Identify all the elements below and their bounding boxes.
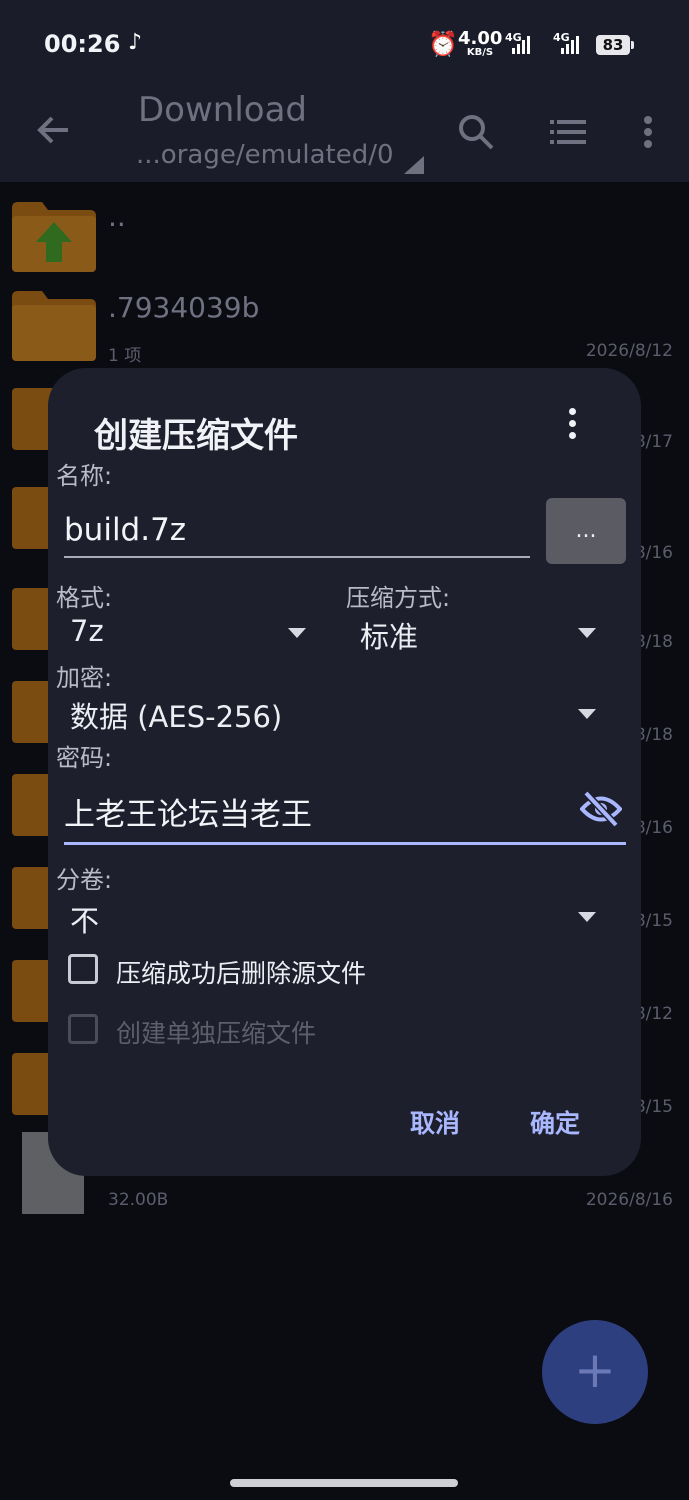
file-size: 32.00B [108,1190,169,1210]
list-view-icon[interactable] [548,112,588,152]
chevron-down-icon[interactable] [578,912,596,922]
dialog-more-icon[interactable] [564,408,580,442]
path-dropdown-icon[interactable] [404,156,424,174]
split-label: 分卷: [56,866,113,894]
file-count: 1 项 [108,346,142,366]
status-bar: 00:26 ♪ ⏰ 4.00 KB/S 4G 4G 83 [0,0,689,90]
encryption-label: 加密: [56,664,113,692]
password-input[interactable]: 上老王论坛当老王 [64,776,626,845]
file-name: .. [108,200,126,233]
alarm-icon: ⏰ [428,30,458,58]
app-bar: Download ...orage/emulated/0 [0,90,689,182]
file-date: 2026/8/12 [585,341,673,361]
file-name: .7934039b [108,291,260,324]
format-label: 格式: [56,584,113,612]
network-speed: 4.00 KB/S [458,30,502,58]
more-vert-icon[interactable] [628,112,668,152]
delete-source-checkbox[interactable] [68,954,98,984]
method-select[interactable]: 标准 [360,614,418,656]
file-date: 2026/8/16 [585,1190,673,1210]
delete-source-label[interactable]: 压缩成功后删除源文件 [116,954,366,990]
signal-bars-1-icon [512,34,530,54]
network-speed-value: 4.00 [458,28,503,49]
browse-button[interactable]: ... [546,498,626,564]
chevron-down-icon[interactable] [578,628,596,638]
folder-icon [12,291,96,361]
encryption-select[interactable]: 数据 (AES-256) [70,694,282,736]
format-select[interactable]: 7z [70,614,104,648]
separate-archive-label: 创建单独压缩文件 [116,1019,317,1048]
add-button[interactable]: + [542,1320,648,1424]
list-item[interactable]: .7934039b 1 项 2026/8/12 [0,275,689,368]
battery-icon: 83 [596,35,630,55]
name-label: 名称: [56,462,113,490]
status-time: 00:26 [44,30,121,58]
create-archive-dialog: 创建压缩文件 名称: build.7z ... 格式: 压缩方式: 7z 标准 … [48,368,641,1176]
page-title: Download [138,90,308,130]
chevron-down-icon[interactable] [288,628,306,638]
back-arrow-icon[interactable] [36,112,72,148]
cancel-button[interactable]: 取消 [410,1104,460,1140]
password-value: 上老王论坛当老王 [64,797,312,833]
archive-name-input[interactable]: build.7z [64,498,530,558]
gesture-bar[interactable] [230,1479,458,1487]
battery-tip [631,41,634,49]
tiktok-notification-icon: ♪ [128,30,143,55]
folder-up-icon [12,202,96,272]
password-label: 密码: [56,744,113,772]
plus-icon: + [574,1341,616,1399]
chevron-down-icon[interactable] [578,709,596,719]
separate-archive-checkbox [68,1014,98,1044]
archive-name-value: build.7z [64,512,187,548]
split-select[interactable]: 不 [70,898,99,940]
dialog-title: 创建压缩文件 [94,416,298,456]
search-icon[interactable] [456,112,496,152]
ok-button[interactable]: 确定 [530,1104,580,1140]
network-speed-unit: KB/S [466,47,494,58]
signal-bars-2-icon [561,34,579,54]
method-label: 压缩方式: [346,584,451,612]
eye-off-icon[interactable] [580,790,622,828]
path-breadcrumb[interactable]: ...orage/emulated/0 [136,140,394,170]
list-item[interactable]: .. [0,182,689,275]
